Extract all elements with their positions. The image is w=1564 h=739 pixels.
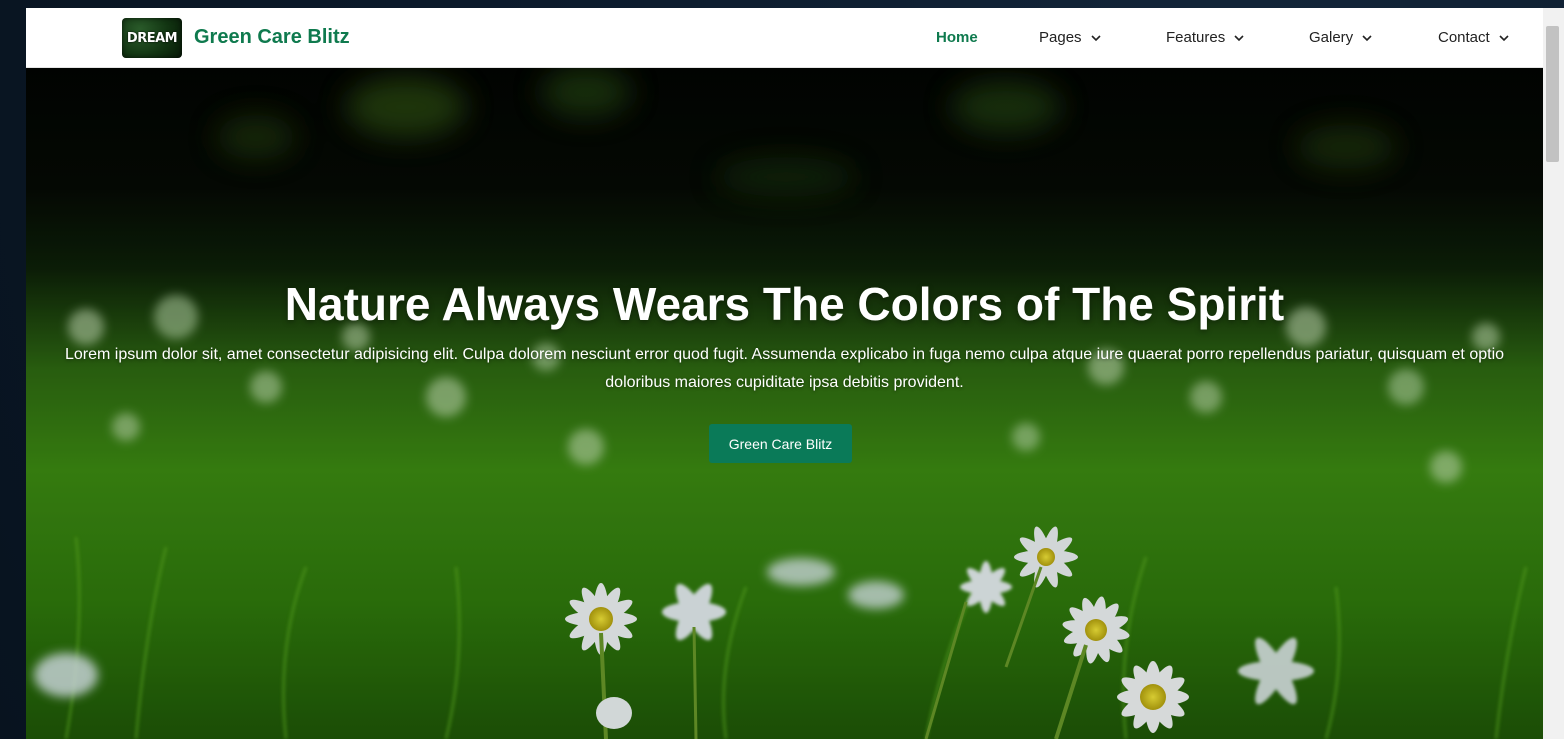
brand-name[interactable]: Green Care Blitz xyxy=(194,26,350,49)
nav-item-home[interactable]: Home xyxy=(936,29,978,46)
browser-viewport: DREAM Green Care Blitz Home Pages Featur… xyxy=(26,8,1543,739)
brand-logo[interactable]: DREAM xyxy=(122,18,182,58)
nav-item-pages[interactable]: Pages xyxy=(1039,29,1102,46)
hero-description: Lorem ipsum dolor sit, amet consectetur … xyxy=(64,346,1505,391)
chevron-down-icon xyxy=(1362,34,1372,41)
nav-item-label: Galery xyxy=(1309,29,1354,46)
nav-item-features[interactable]: Features xyxy=(1166,29,1245,46)
nav-item-galery[interactable]: Galery xyxy=(1309,29,1373,46)
nav-item-label: Contact xyxy=(1438,29,1490,46)
hero-section: Nature Always Wears The Colors of The Sp… xyxy=(26,67,1543,739)
chevron-down-icon xyxy=(1234,34,1244,41)
page-scrollbar[interactable] xyxy=(1543,8,1564,739)
nav-item-label: Pages xyxy=(1039,29,1082,46)
nav-item-label: Home xyxy=(936,29,978,46)
chevron-down-icon xyxy=(1090,34,1101,41)
scrollbar-thumb[interactable] xyxy=(1546,26,1559,162)
nav-item-label: Features xyxy=(1166,29,1226,46)
logo-text: DREAM xyxy=(126,30,178,46)
chevron-down-icon xyxy=(1499,34,1509,41)
top-navbar: DREAM Green Care Blitz Home Pages Featur… xyxy=(26,8,1543,68)
hero-cta-button[interactable]: Green Care Blitz xyxy=(709,424,852,463)
hero-title: Nature Always Wears The Colors of The Sp… xyxy=(284,278,1285,330)
hero-overlay xyxy=(26,67,1543,739)
nav-item-contact[interactable]: Contact xyxy=(1438,29,1510,46)
